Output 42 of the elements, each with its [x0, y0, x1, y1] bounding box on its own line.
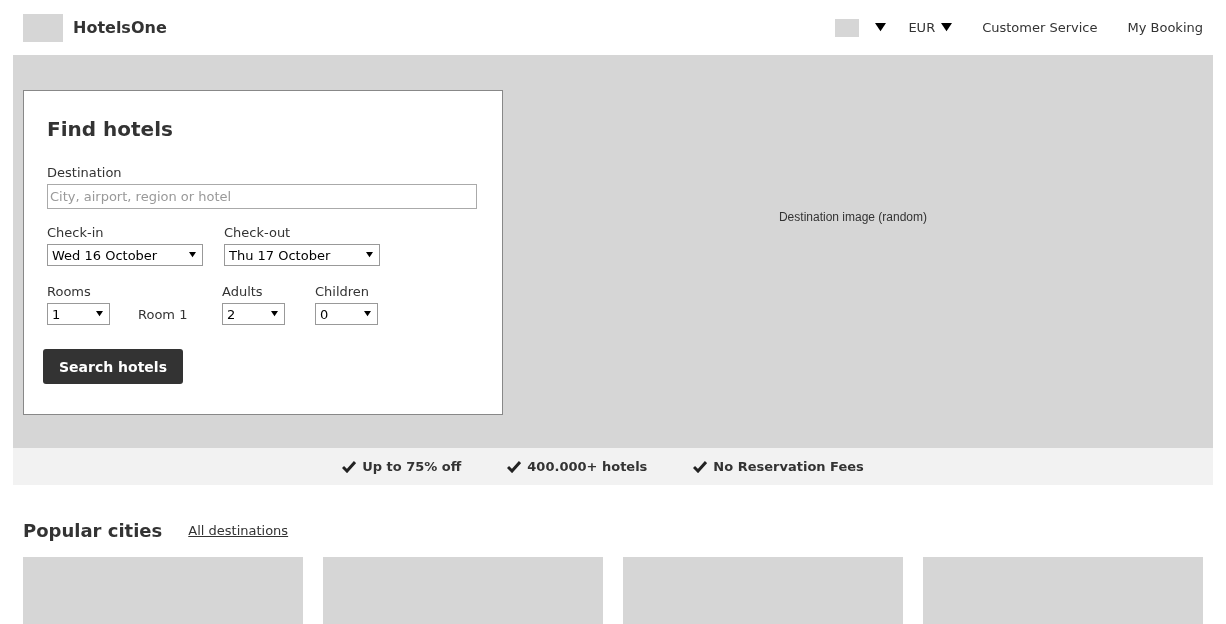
- destination-field[interactable]: City, airport, region or hotel: [47, 184, 477, 209]
- caret-icon: [364, 311, 371, 317]
- caret-icon: [941, 23, 953, 32]
- city-card[interactable]: [323, 557, 603, 624]
- language-dropdown[interactable]: [835, 18, 887, 37]
- flag-placeholder: [835, 18, 860, 37]
- brand-name: HotelsOne: [73, 18, 167, 37]
- caret-icon: [875, 23, 887, 32]
- caret-icon: [189, 252, 196, 258]
- select-field[interactable]: Wed 16 October: [47, 244, 203, 266]
- city-card[interactable]: [923, 557, 1203, 624]
- field-label: Rooms: [47, 284, 92, 299]
- benefit-text: 400.000+ hotels: [527, 459, 648, 474]
- benefit-text: No Reservation Fees: [713, 459, 864, 474]
- nav-link[interactable]: My Booking: [1127, 20, 1203, 35]
- select-field[interactable]: 2: [222, 303, 285, 325]
- check-icon: [693, 460, 708, 473]
- select-field[interactable]: 0: [315, 303, 378, 325]
- field-label: Check-in: [47, 225, 105, 240]
- city-card[interactable]: [23, 557, 303, 624]
- field-label: Adults: [222, 284, 264, 299]
- section-title: Popular cities: [23, 520, 163, 541]
- field-label: Destination: [47, 165, 123, 180]
- search-button[interactable]: Search hotels: [43, 349, 183, 384]
- caret-icon: [96, 311, 103, 317]
- form-title: Find hotels: [47, 117, 174, 141]
- field-label: Check-out: [224, 225, 292, 240]
- field-label: Children: [315, 284, 371, 299]
- logo-placeholder[interactable]: [23, 13, 63, 42]
- all-destinations-link[interactable]: All destinations: [188, 523, 289, 538]
- room-label: Room 1: [137, 307, 189, 322]
- currency-dropdown[interactable]: EUR: [908, 20, 953, 35]
- select-field[interactable]: Thu 17 October: [224, 244, 380, 266]
- caret-icon: [366, 252, 373, 258]
- image-caption: Destination image (random): [777, 209, 929, 224]
- benefit-text: Up to 75% off: [362, 459, 462, 474]
- nav-link[interactable]: Customer Service: [982, 20, 1098, 35]
- check-icon: [342, 460, 357, 473]
- check-icon: [507, 460, 522, 473]
- select-field[interactable]: 1: [47, 303, 110, 325]
- city-card[interactable]: [623, 557, 903, 624]
- caret-icon: [271, 311, 278, 317]
